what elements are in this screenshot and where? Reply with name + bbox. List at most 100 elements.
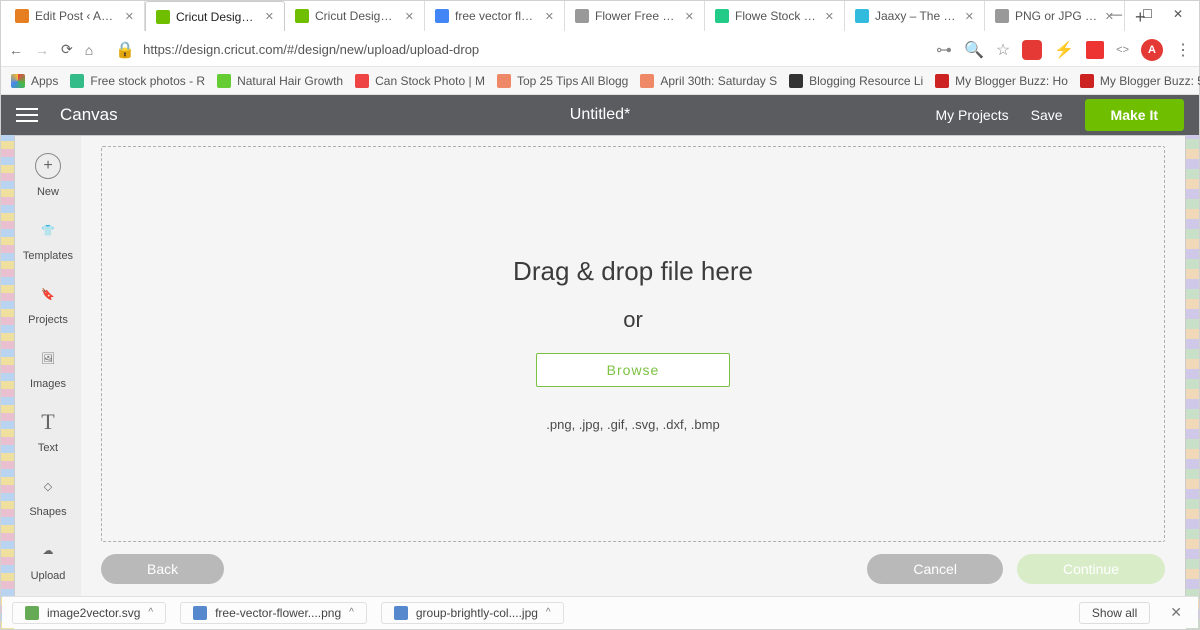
close-tab-icon[interactable]: ✕ [685,10,694,23]
bookmark-item[interactable]: Can Stock Photo | M [355,74,485,88]
bookmarks-bar: Apps Free stock photos - R Natural Hair Gr… [1,67,1199,95]
close-tab-icon[interactable]: ✕ [825,10,834,23]
favicon-icon [995,9,1009,23]
tab-label: Edit Post ‹ Abbi K [35,9,119,23]
apps-icon [11,74,25,88]
home-button[interactable]: ⌂ [85,42,93,58]
bookmark-favicon-icon [789,74,803,88]
browser-tab[interactable]: Jaaxy – The Worl… ✕ [845,1,985,31]
file-icon [394,606,408,620]
close-window-button[interactable]: ✕ [1173,7,1183,21]
project-title[interactable]: Untitled* [570,106,630,124]
browser-menu-icon[interactable]: ⋮ [1175,40,1191,60]
pinterest-icon[interactable] [1022,40,1042,60]
bookmark-label: Can Stock Photo | M [375,74,485,88]
show-all-downloads[interactable]: Show all [1079,602,1150,624]
maximize-button[interactable]: ☐ [1142,7,1153,21]
close-tab-icon[interactable]: ✕ [405,10,414,23]
tab-label: free vector flowe… [455,9,539,23]
tab-label: Flowe Stock Illust… [735,9,819,23]
tool-images[interactable]: 🖼Images [30,344,66,390]
reload-button[interactable]: ⟳ [61,41,73,58]
bolt-icon[interactable]: ⚡ [1054,40,1074,60]
key-icon[interactable]: ⊶ [936,40,952,60]
download-filename: image2vector.svg [47,606,140,620]
hamburger-menu-icon[interactable] [16,108,38,122]
close-tab-icon[interactable]: ✕ [125,10,134,23]
tool-label: Upload [31,570,66,582]
apps-button[interactable]: Apps [11,74,58,88]
file-icon [25,606,39,620]
tab-label: Flower Free Vect… [595,9,679,23]
bookmark-item[interactable]: Blogging Resource Li [789,74,923,88]
bookmark-item[interactable]: My Blogger Buzz: 5 B [1080,74,1200,88]
file-icon [193,606,207,620]
chevron-up-icon[interactable]: ^ [546,607,551,618]
tool-sidebar: + New 👕Templates 🔖 Projects 🖼Images T Text ◇Shap… [15,136,81,596]
bookmark-label: My Blogger Buzz: Ho [955,74,1068,88]
close-tab-icon[interactable]: ✕ [965,10,974,23]
upload-dropzone[interactable]: Drag & drop file here or Browse .png, .j… [101,146,1165,542]
browser-tab[interactable]: Edit Post ‹ Abbi K ✕ [5,1,145,31]
browser-tab[interactable]: Flower Free Vect… ✕ [565,1,705,31]
tool-templates[interactable]: 👕Templates [23,216,73,262]
download-item[interactable]: image2vector.svg ^ [12,602,166,624]
tool-label: New [37,186,59,198]
bookmark-item[interactable]: Natural Hair Growth [217,74,343,88]
chevron-up-icon[interactable]: ^ [349,607,354,618]
canvas-label[interactable]: Canvas [60,105,118,125]
bookmark-item[interactable]: Free stock photos - R [70,74,205,88]
dropzone-or: or [623,307,643,333]
bookmark-label: Free stock photos - R [90,74,205,88]
app-header: Canvas Untitled* My Projects Save Make I… [1,95,1199,135]
cancel-button[interactable]: Cancel [867,554,1003,584]
tool-label: Shapes [29,506,66,518]
tool-projects[interactable]: 🔖 Projects [28,280,68,326]
supported-formats: .png, .jpg, .gif, .svg, .dxf, .bmp [546,417,719,432]
profile-avatar[interactable]: A [1141,39,1163,61]
tool-label: Projects [28,314,68,326]
my-projects-link[interactable]: My Projects [935,107,1008,123]
browser-tab[interactable]: Cricut Design Sp…✕ [145,1,285,31]
bookmark-item[interactable]: April 30th: Saturday S [640,74,777,88]
tool-new[interactable]: + New [34,152,62,198]
flash-icon[interactable] [1086,41,1104,59]
bookmark-favicon-icon [640,74,654,88]
download-item[interactable]: group-brightly-col....jpg^ [381,602,564,624]
address-bar[interactable]: 🔒 https://design.cricut.com/#/design/new… [105,40,924,60]
favicon-icon [855,9,869,23]
tool-upload[interactable]: ☁Upload [31,536,66,582]
bookmark-item[interactable]: My Blogger Buzz: Ho [935,74,1068,88]
chevron-up-icon[interactable]: ^ [148,607,153,618]
close-downloads-bar[interactable]: ✕ [1164,604,1188,621]
favicon-icon [156,10,170,24]
close-tab-icon[interactable]: ✕ [265,10,274,23]
browser-tab[interactable]: Flowe Stock Illust… ✕ [705,1,845,31]
close-tab-icon[interactable]: ✕ [545,10,554,23]
favicon-icon [715,9,729,23]
bookmark-label: Blogging Resource Li [809,74,923,88]
browse-button[interactable]: Browse [536,353,731,387]
make-it-button[interactable]: Make It [1085,99,1184,131]
browser-tab[interactable]: free vector flowe… ✕ [425,1,565,31]
save-button[interactable]: Save [1031,107,1063,123]
secure-lock-icon: 🔒 [115,40,135,60]
tool-shapes[interactable]: ◇Shapes [29,472,66,518]
zoom-icon[interactable]: 🔍 [964,40,984,60]
download-filename: free-vector-flower....png [215,606,341,620]
star-icon[interactable]: ☆ [996,40,1010,60]
bookmark-favicon-icon [217,74,231,88]
back-button[interactable] [9,42,23,58]
code-icon[interactable]: <> [1116,44,1129,56]
browser-tab[interactable]: Cricut Design Sp…✕ [285,1,425,31]
tab-label: Jaaxy – The Worl… [875,9,959,23]
projects-icon: 🔖 [34,280,62,308]
back-button[interactable]: Back [101,554,224,584]
text-icon: T [34,408,62,436]
minimize-button[interactable]: — [1110,7,1122,21]
new-icon: + [34,152,62,180]
tool-label: Text [38,442,58,454]
download-item[interactable]: free-vector-flower....png ^ [180,602,367,624]
tool-text[interactable]: T Text [34,408,62,454]
bookmark-item[interactable]: Top 25 Tips All Blogg [497,74,628,88]
